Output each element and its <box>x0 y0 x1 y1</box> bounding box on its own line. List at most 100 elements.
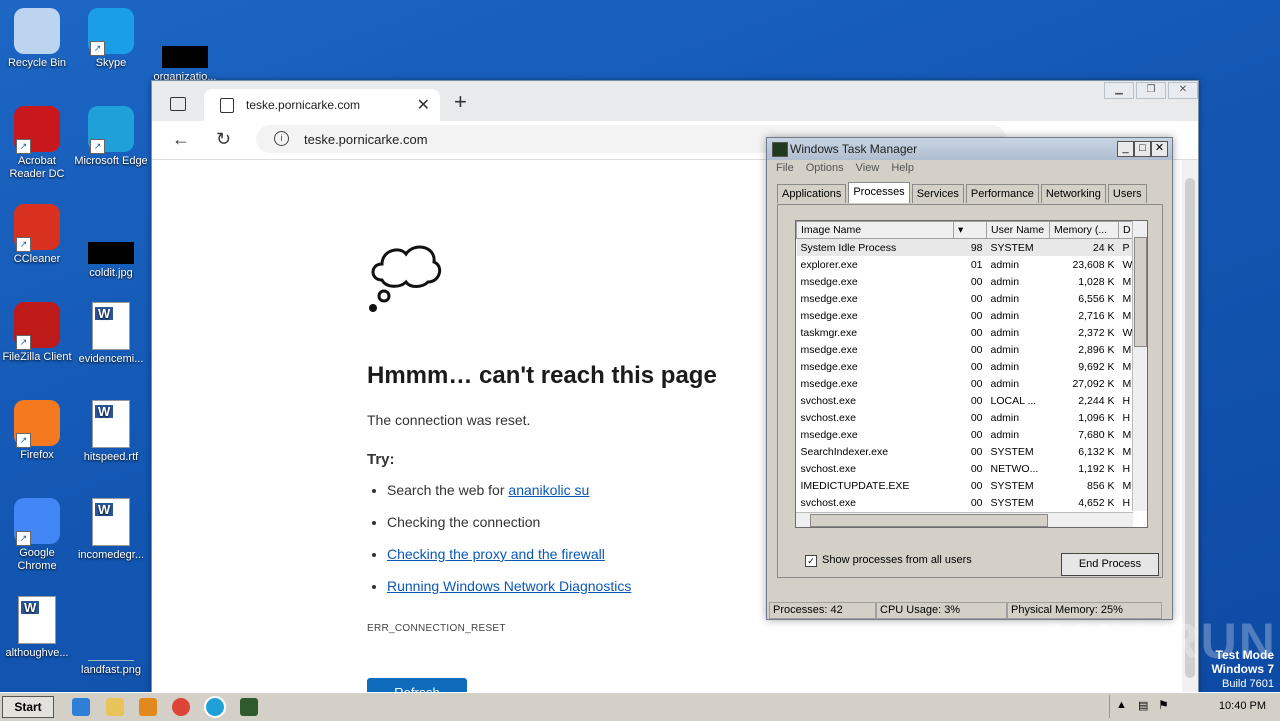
process-cell: SYSTEM <box>986 238 1050 256</box>
process-cell: admin <box>990 343 1020 356</box>
process-row[interactable]: explorer.exe 01 admin 23,608 KW <box>797 256 1138 273</box>
desktop-icon[interactable]: Walthoughve... <box>0 596 74 660</box>
desktop-icon[interactable]: coldit.jpg <box>74 222 148 280</box>
col-user-name[interactable]: User Name <box>986 221 1050 239</box>
process-row[interactable]: IMEDICTUPDATE.EXE 00 SYSTEM 856 KM <box>797 477 1138 494</box>
browser-tab[interactable]: teske.pornicarke.com ✕ <box>204 89 440 121</box>
desktop-icon[interactable]: organizatio... <box>148 26 222 84</box>
flag-icon[interactable]: ⚑ <box>1158 698 1169 712</box>
desktop-icon[interactable]: ↗ Microsoft Edge <box>74 106 148 168</box>
col-image-name[interactable]: Image Name <box>796 221 954 239</box>
desktop-icon[interactable]: Wincomedegr... <box>74 498 148 562</box>
desktop-icon[interactable]: Whitspeed.rtf <box>74 400 148 464</box>
desktop-icon[interactable]: ↗ CCleaner <box>0 204 74 266</box>
desktop-icon[interactable]: ↗ Firefox <box>0 400 74 462</box>
process-list[interactable]: Image Name ▾ User Name Memory (... D Sys… <box>795 220 1148 528</box>
process-row[interactable]: msedge.exe 00 admin 2,716 KM <box>797 307 1138 324</box>
network-icon[interactable]: ▤ <box>1138 699 1148 712</box>
process-row[interactable]: svchost.exe 00 admin 1,096 KH <box>797 409 1138 426</box>
menu-file[interactable]: File <box>776 162 794 174</box>
tab-actions-icon[interactable] <box>170 97 186 111</box>
restore-button[interactable]: ❐ <box>1136 82 1166 99</box>
menu-options[interactable]: Options <box>806 162 844 174</box>
process-horizontal-scrollbar[interactable] <box>796 512 1133 527</box>
process-row[interactable]: svchost.exe 00 LOCAL ... 2,244 KH <box>797 392 1138 409</box>
desktop-icon[interactable]: ↗ Acrobat Reader DC <box>0 106 74 181</box>
tm-minimize-button[interactable]: _ <box>1117 141 1134 157</box>
desktop-icon-label: coldit.jpg <box>89 267 133 279</box>
process-row[interactable]: msedge.exe 00 admin 2,896 KM <box>797 341 1138 358</box>
col-memory[interactable]: Memory (... <box>1049 221 1119 239</box>
reload-icon[interactable]: ↻ <box>216 129 231 150</box>
explorer-taskbar-icon[interactable] <box>106 698 124 716</box>
tab-users[interactable]: Users <box>1107 184 1147 203</box>
process-cell: admin <box>990 258 1020 271</box>
process-row[interactable]: msedge.exe 00 admin 27,092 KM <box>797 375 1138 392</box>
desktop-icon[interactable]: Wevidencemi... <box>74 302 148 366</box>
vertical-scroll-thumb[interactable] <box>1134 237 1147 347</box>
chrome-taskbar-icon[interactable] <box>172 698 190 716</box>
process-cell: 4,652 K <box>1078 496 1115 509</box>
tab-networking[interactable]: Networking <box>1040 184 1106 203</box>
tray-expand-icon[interactable]: ▲ <box>1116 699 1127 711</box>
media-player-taskbar-icon[interactable] <box>139 698 157 716</box>
tm-close-button[interactable]: ✕ <box>1151 141 1168 157</box>
clock[interactable]: 10:40 PM <box>1219 700 1266 712</box>
proxy-firewall-link[interactable]: Checking the proxy and the firewall <box>387 546 605 562</box>
col-sort[interactable]: ▾ <box>953 221 987 239</box>
minimize-button[interactable]: ▁ <box>1104 82 1134 99</box>
word-document-icon: W <box>92 498 130 546</box>
desktop-icon[interactable]: ↗ FileZilla Client <box>0 302 74 364</box>
show-all-users-checkbox[interactable]: ✓ Show processes from all users <box>805 554 972 567</box>
process-row[interactable]: System Idle Process 98 SYSTEM 24 KP <box>796 238 1138 256</box>
site-info-icon[interactable]: i <box>274 131 289 146</box>
close-tab-icon[interactable]: ✕ <box>417 95 430 115</box>
suggestion-list: Search the web for ananikolic su Checkin… <box>367 474 631 602</box>
menu-view[interactable]: View <box>856 162 880 174</box>
menu-help[interactable]: Help <box>891 162 914 174</box>
process-row[interactable]: msedge.exe 00 admin 9,692 KM <box>797 358 1138 375</box>
task-manager-taskbar-icon[interactable] <box>240 698 258 716</box>
desktop-icon-label: Microsoft Edge <box>74 155 148 167</box>
process-row[interactable]: msedge.exe 00 admin 7,680 KM <box>797 426 1138 443</box>
tab-services[interactable]: Services <box>911 184 964 203</box>
scrollbar-thumb[interactable] <box>1185 178 1195 678</box>
task-manager-titlebar[interactable]: Windows Task Manager _ □ ✕ <box>767 138 1172 160</box>
edge-taskbar-icon[interactable] <box>204 696 226 718</box>
refresh-button[interactable]: Refresh <box>367 678 467 693</box>
process-cell: msedge.exe <box>800 292 858 305</box>
process-vertical-scrollbar[interactable] <box>1132 221 1147 511</box>
process-row[interactable]: svchost.exe 00 NETWO... 1,192 KH <box>797 460 1138 477</box>
process-cell: 01 <box>970 258 983 271</box>
process-row[interactable]: msedge.exe 00 admin 1,028 KM <box>797 273 1138 290</box>
start-button[interactable]: Start <box>2 696 54 718</box>
task-manager-icon <box>772 142 788 157</box>
tab-applications[interactable]: Applications <box>777 184 847 203</box>
ie-taskbar-icon[interactable] <box>72 698 90 716</box>
process-row[interactable]: svchost.exe 00 SYSTEM 4,652 KH <box>797 494 1138 511</box>
url-text[interactable]: teske.pornicarke.com <box>304 132 428 147</box>
shortcut-arrow-icon: ↗ <box>90 41 105 56</box>
horizontal-scroll-thumb[interactable] <box>810 514 1048 527</box>
tm-maximize-button[interactable]: □ <box>1134 141 1151 157</box>
back-arrow-icon[interactable]: ← <box>172 129 190 150</box>
close-window-button[interactable]: ✕ <box>1168 82 1198 99</box>
tab-performance[interactable]: Performance <box>965 184 1039 203</box>
new-tab-button[interactable]: + <box>454 89 467 115</box>
desktop-icon[interactable]: landfast.png <box>74 614 148 677</box>
desktop-icon[interactable]: ↗ Skype <box>74 8 148 70</box>
process-row[interactable]: SearchIndexer.exe 00 SYSTEM 6,132 KM <box>797 443 1138 460</box>
checkbox-check-icon[interactable]: ✓ <box>805 555 817 567</box>
desktop-icon[interactable]: ↗ Google Chrome <box>0 498 74 573</box>
network-diagnostics-link[interactable]: Running Windows Network Diagnostics <box>387 578 631 594</box>
process-row[interactable]: taskmgr.exe 00 admin 2,372 KW <box>797 324 1138 341</box>
processes-panel: Image Name ▾ User Name Memory (... D Sys… <box>777 204 1163 578</box>
process-row[interactable]: msedge.exe 00 admin 6,556 KM <box>797 290 1138 307</box>
tab-processes[interactable]: Processes <box>848 182 910 203</box>
desktop-icon[interactable]: Recycle Bin <box>0 8 74 70</box>
end-process-button[interactable]: End Process <box>1061 553 1159 576</box>
chrome-icon: ↗ <box>14 498 60 546</box>
process-cell: SYSTEM <box>990 479 1034 492</box>
shortcut-arrow-icon: ↗ <box>16 531 31 546</box>
search-web-link[interactable]: ananikolic su <box>508 482 589 498</box>
